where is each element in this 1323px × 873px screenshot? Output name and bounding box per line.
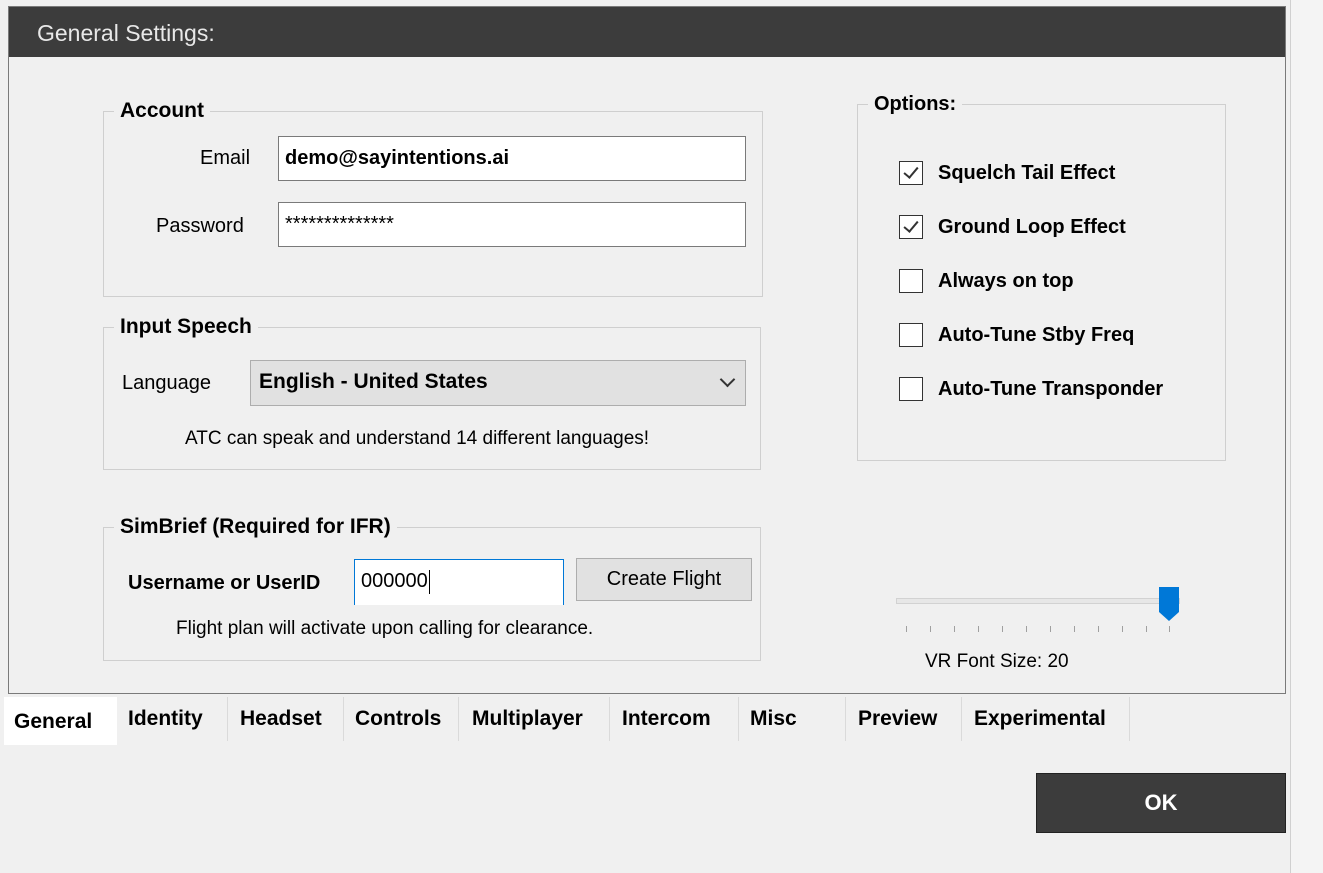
slider-tick xyxy=(1098,626,1099,632)
tab-multiplayer[interactable]: Multiplayer xyxy=(462,697,610,741)
checkbox[interactable] xyxy=(899,215,923,239)
checkmark-icon xyxy=(903,163,919,179)
vr-font-slider-thumb[interactable] xyxy=(1158,586,1180,622)
checkbox[interactable] xyxy=(899,323,923,347)
language-note: ATC can speak and understand 14 differen… xyxy=(185,428,650,449)
text-caret xyxy=(428,569,430,594)
email-field[interactable]: demo@sayintentions.ai xyxy=(278,136,746,181)
slider-tick xyxy=(906,626,907,632)
simbrief-username-label: Username or UserID xyxy=(128,572,321,594)
slider-tick xyxy=(1050,626,1051,632)
chevron-down-icon xyxy=(719,371,736,388)
slider-tick xyxy=(1026,626,1027,632)
option-label: Always on top xyxy=(938,270,1074,292)
tab-headset[interactable]: Headset xyxy=(230,697,344,741)
vr-font-slider-track[interactable] xyxy=(896,598,1180,604)
option-label: Ground Loop Effect xyxy=(938,216,1126,238)
language-label: Language xyxy=(122,372,211,394)
password-label: Password xyxy=(156,215,244,237)
option-label: Squelch Tail Effect xyxy=(938,162,1116,184)
slider-tick xyxy=(954,626,955,632)
option-label: Auto-Tune Transponder xyxy=(938,378,1164,400)
language-selected-value: English - United States xyxy=(259,370,488,393)
general-settings-panel: General Settings: Account Email demo@say… xyxy=(8,6,1286,694)
option-label: Auto-Tune Stby Freq xyxy=(938,324,1135,346)
slider-tick xyxy=(1122,626,1123,632)
tab-preview[interactable]: Preview xyxy=(848,697,962,741)
window-edge xyxy=(1290,0,1323,873)
email-label: Email xyxy=(200,147,251,169)
tab-label: General xyxy=(14,710,93,733)
input-speech-group-title: Input Speech xyxy=(114,312,258,342)
tab-controls[interactable]: Controls xyxy=(345,697,459,741)
tab-general[interactable]: General xyxy=(4,697,117,745)
slider-tick xyxy=(1074,626,1075,632)
checkbox[interactable] xyxy=(899,377,923,401)
simbrief-username-field[interactable]: 000000 xyxy=(354,559,564,605)
tab-misc[interactable]: Misc xyxy=(740,697,846,741)
checkmark-icon xyxy=(903,217,919,233)
ok-button[interactable]: OK xyxy=(1036,773,1286,833)
checkbox[interactable] xyxy=(899,269,923,293)
tab-intercom[interactable]: Intercom xyxy=(612,697,739,741)
language-select[interactable]: English - United States xyxy=(250,360,746,406)
options-group-title: Options: xyxy=(868,89,963,119)
slider-tick xyxy=(1169,626,1170,632)
slider-tick xyxy=(930,626,931,632)
account-group-title: Account xyxy=(114,96,210,126)
slider-tick xyxy=(978,626,979,632)
create-flight-button[interactable]: Create Flight xyxy=(576,558,752,601)
vr-font-size-label: VR Font Size: 20 xyxy=(925,651,1069,672)
panel-header: General Settings: xyxy=(9,7,1285,57)
tab-experimental[interactable]: Experimental xyxy=(964,697,1130,741)
simbrief-username-value: 000000 xyxy=(361,570,428,592)
checkbox[interactable] xyxy=(899,161,923,185)
simbrief-note: Flight plan will activate upon calling f… xyxy=(176,618,594,639)
settings-window: General Settings: Account Email demo@say… xyxy=(0,0,1323,873)
simbrief-group-title: SimBrief (Required for IFR) xyxy=(114,512,397,542)
slider-tick xyxy=(1146,626,1147,632)
slider-tick xyxy=(1002,626,1003,632)
password-field[interactable]: ************** xyxy=(278,202,746,247)
tab-identity[interactable]: Identity xyxy=(118,697,228,741)
